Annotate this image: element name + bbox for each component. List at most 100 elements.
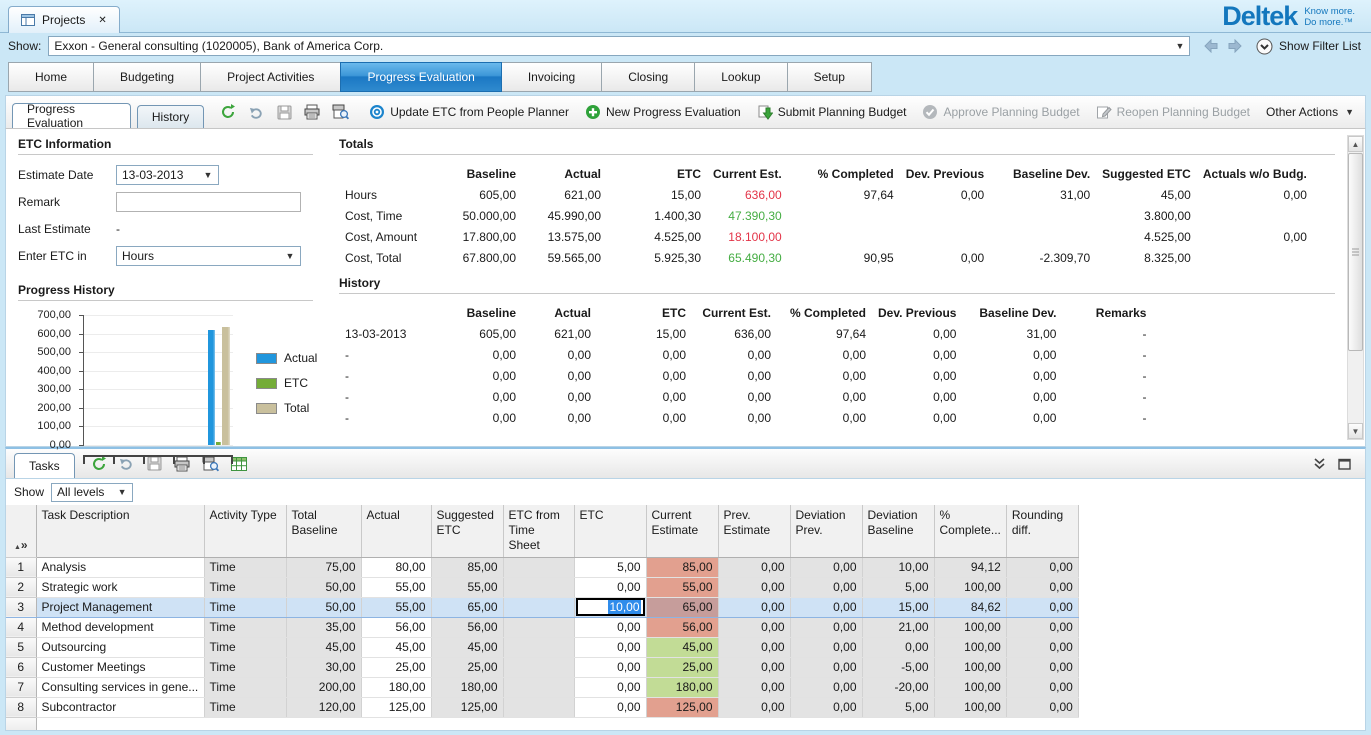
main-tab-lookup[interactable]: Lookup <box>694 62 787 92</box>
task-cell-suggested_etc[interactable]: 56,00 <box>431 617 503 637</box>
tasks-column-header-actual[interactable]: Actual <box>361 505 431 557</box>
task-cell-total_baseline[interactable]: 50,00 <box>286 577 361 597</box>
task-cell-etc[interactable]: 5,00 <box>574 557 646 577</box>
remark-input[interactable] <box>116 192 301 212</box>
main-tab-setup[interactable]: Setup <box>787 62 872 92</box>
task-cell-current[interactable]: 180,00 <box>646 677 718 697</box>
task-cell-desc[interactable]: Strategic work <box>36 577 204 597</box>
task-cell-dev_baseline[interactable]: -20,00 <box>862 677 934 697</box>
main-tab-home[interactable]: Home <box>8 62 94 92</box>
task-cell-pct_complete[interactable]: 100,00 <box>934 637 1006 657</box>
tasks-column-header-desc[interactable]: Task Description <box>36 505 204 557</box>
grid-corner-header[interactable]: ▲» <box>6 505 36 557</box>
other-actions-button[interactable]: Other Actions ▼ <box>1261 96 1359 128</box>
maximize-panel-icon[interactable] <box>1338 458 1351 470</box>
task-cell-actual[interactable]: 55,00 <box>361 597 431 617</box>
task-cell-suggested_etc[interactable]: 25,00 <box>431 657 503 677</box>
task-cell-rounding[interactable]: 0,00 <box>1006 677 1078 697</box>
task-cell-etc[interactable]: 0,00 <box>574 577 646 597</box>
scroll-down-button[interactable]: ▼ <box>1348 423 1363 439</box>
etc-edit-cell[interactable]: 10,00 <box>576 598 645 616</box>
main-tab-invoicing[interactable]: Invoicing <box>501 62 602 92</box>
tasks-column-header-rounding[interactable]: Rounding diff. <box>1006 505 1078 557</box>
row-number[interactable]: 8 <box>6 697 36 717</box>
task-cell-prev_estimate[interactable]: 0,00 <box>718 637 790 657</box>
task-cell-activity[interactable]: Time <box>204 557 286 577</box>
task-cell-suggested_etc[interactable]: 65,00 <box>431 597 503 617</box>
task-cell-total_baseline[interactable]: 30,00 <box>286 657 361 677</box>
task-cell-etc_time_sheet[interactable] <box>503 557 574 577</box>
task-cell-suggested_etc[interactable]: 85,00 <box>431 557 503 577</box>
task-cell-etc[interactable]: 0,00 <box>574 657 646 677</box>
task-cell-dev_prev[interactable]: 0,00 <box>790 617 862 637</box>
show-selector[interactable]: Exxon - General consulting (1020005), Ba… <box>48 36 1190 56</box>
row-number[interactable]: 3 <box>6 597 36 617</box>
task-cell-desc[interactable]: Customer Meetings <box>36 657 204 677</box>
task-cell-total_baseline[interactable]: 45,00 <box>286 637 361 657</box>
enter-etc-in-combo[interactable]: Hours ▼ <box>116 246 301 266</box>
task-cell-activity[interactable]: Time <box>204 697 286 717</box>
submit-planning-budget-button[interactable]: Submit Planning Budget <box>752 96 912 128</box>
task-cell-current[interactable]: 125,00 <box>646 697 718 717</box>
subtab-history[interactable]: History <box>137 105 204 128</box>
task-cell-rounding[interactable]: 0,00 <box>1006 597 1078 617</box>
sort-ascending-icon[interactable]: ▲ <box>14 544 21 551</box>
print-icon[interactable] <box>302 102 322 122</box>
forward-arrow-icon[interactable] <box>1227 39 1243 53</box>
task-cell-current[interactable]: 65,00 <box>646 597 718 617</box>
task-cell-prev_estimate[interactable]: 0,00 <box>718 597 790 617</box>
task-cell-dev_prev[interactable]: 0,00 <box>790 597 862 617</box>
task-cell-pct_complete[interactable]: 84,62 <box>934 597 1006 617</box>
task-cell-total_baseline[interactable]: 35,00 <box>286 617 361 637</box>
scroll-thumb[interactable] <box>1348 153 1363 351</box>
row-number[interactable]: 2 <box>6 577 36 597</box>
task-cell-prev_estimate[interactable]: 0,00 <box>718 557 790 577</box>
task-cell-prev_estimate[interactable]: 0,00 <box>718 677 790 697</box>
subtab-progress-evaluation[interactable]: Progress Evaluation <box>12 103 131 128</box>
task-cell-dev_baseline[interactable]: 21,00 <box>862 617 934 637</box>
task-cell-actual[interactable]: 25,00 <box>361 657 431 677</box>
tasks-column-header-total_baseline[interactable]: Total Baseline <box>286 505 361 557</box>
task-cell-actual[interactable]: 180,00 <box>361 677 431 697</box>
task-cell-etc[interactable]: 0,00 <box>574 637 646 657</box>
task-cell-dev_baseline[interactable]: 5,00 <box>862 697 934 717</box>
task-cell-etc_time_sheet[interactable] <box>503 657 574 677</box>
task-cell-pct_complete[interactable]: 100,00 <box>934 617 1006 637</box>
main-tab-progress-evaluation[interactable]: Progress Evaluation <box>340 62 501 92</box>
tasks-column-header-activity[interactable]: Activity Type <box>204 505 286 557</box>
tasks-column-header-dev_prev[interactable]: Deviation Prev. <box>790 505 862 557</box>
row-number[interactable]: 4 <box>6 617 36 637</box>
task-cell-prev_estimate[interactable]: 0,00 <box>718 577 790 597</box>
row-number[interactable]: 6 <box>6 657 36 677</box>
task-cell-etc[interactable]: 0,00 <box>574 677 646 697</box>
task-cell-prev_estimate[interactable]: 0,00 <box>718 617 790 637</box>
task-cell-total_baseline[interactable]: 50,00 <box>286 597 361 617</box>
tasks-column-header-etc_time_sheet[interactable]: ETC from Time Sheet <box>503 505 574 557</box>
task-cell-activity[interactable]: Time <box>204 677 286 697</box>
levels-combo[interactable]: All levels ▼ <box>51 483 133 502</box>
task-cell-activity[interactable]: Time <box>204 597 286 617</box>
task-cell-current[interactable]: 55,00 <box>646 577 718 597</box>
task-cell-etc_time_sheet[interactable] <box>503 597 574 617</box>
task-cell-activity[interactable]: Time <box>204 617 286 637</box>
task-cell-dev_prev[interactable]: 0,00 <box>790 577 862 597</box>
task-cell-dev_prev[interactable]: 0,00 <box>790 657 862 677</box>
tasks-column-header-dev_baseline[interactable]: Deviation Baseline <box>862 505 934 557</box>
task-cell-pct_complete[interactable]: 94,12 <box>934 557 1006 577</box>
task-cell-current[interactable]: 25,00 <box>646 657 718 677</box>
expand-columns-icon[interactable]: » <box>21 538 28 552</box>
task-cell-etc_time_sheet[interactable] <box>503 637 574 657</box>
row-number[interactable]: 5 <box>6 637 36 657</box>
task-cell-rounding[interactable]: 0,00 <box>1006 577 1078 597</box>
task-cell-rounding[interactable]: 0,00 <box>1006 617 1078 637</box>
task-cell-pct_complete[interactable]: 100,00 <box>934 697 1006 717</box>
estimate-date-combo[interactable]: 13-03-2013 ▼ <box>116 165 219 185</box>
task-cell-current[interactable]: 85,00 <box>646 557 718 577</box>
row-number[interactable]: 1 <box>6 557 36 577</box>
task-cell-current[interactable]: 45,00 <box>646 637 718 657</box>
task-cell-prev_estimate[interactable]: 0,00 <box>718 697 790 717</box>
task-cell-dev_baseline[interactable]: 5,00 <box>862 577 934 597</box>
task-cell-actual[interactable]: 125,00 <box>361 697 431 717</box>
task-cell-etc_time_sheet[interactable] <box>503 677 574 697</box>
task-cell-suggested_etc[interactable]: 180,00 <box>431 677 503 697</box>
